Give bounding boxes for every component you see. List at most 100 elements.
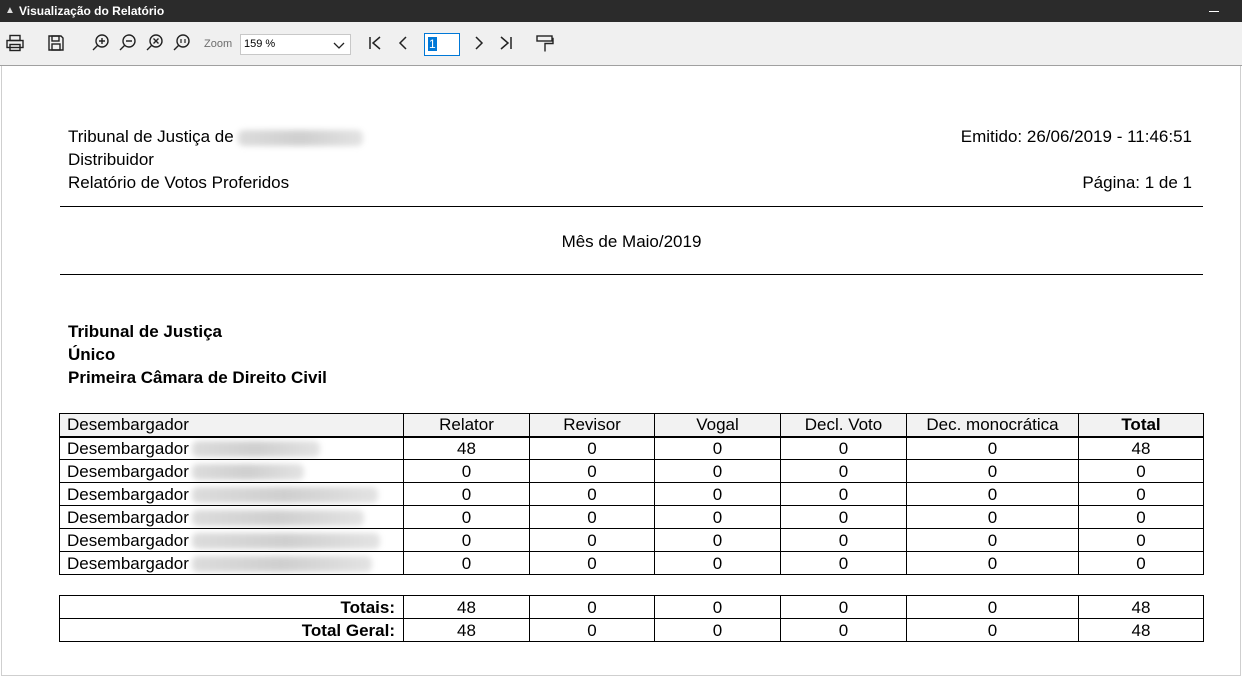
vote-count-cell: 0 — [780, 505, 907, 529]
vote-count-cell: 0 — [906, 459, 1079, 483]
zoom-one-to-one-icon — [173, 34, 190, 51]
redacted-name — [191, 556, 372, 573]
vote-count-cell: 0 — [906, 482, 1079, 506]
zoom-select[interactable]: 159 % — [240, 34, 351, 55]
vote-count-cell: 0 — [1078, 459, 1204, 483]
redacted-name — [191, 487, 378, 504]
section-instance: Único — [68, 345, 116, 364]
grand-total-cell: 48 — [1078, 618, 1204, 642]
table-row: Desembargador 0 0 0 0 0 0 — [59, 551, 1204, 575]
vote-count-cell: 0 — [906, 528, 1079, 552]
grand-total-cell: 0 — [906, 618, 1079, 642]
totals-cell: 0 — [780, 595, 907, 619]
vote-count-cell: 0 — [780, 551, 907, 575]
column-header: Revisor — [529, 413, 655, 438]
grand-total-cell: 0 — [529, 618, 655, 642]
divider-top — [60, 206, 1203, 207]
vote-count-cell: 0 — [529, 551, 655, 575]
last-page-button[interactable] — [495, 32, 517, 54]
report-period: Mês de Maio/2019 — [561, 232, 702, 251]
desembargador-cell: Desembargador — [59, 436, 404, 460]
vote-count-cell: 48 — [403, 436, 530, 460]
table-row: Desembargador 48 0 0 0 0 48 — [59, 436, 1204, 460]
column-header: Vogal — [654, 413, 781, 438]
desembargador-label: Desembargador — [67, 507, 189, 527]
column-header: Dec. monocrática — [906, 413, 1079, 438]
chevron-right-icon — [475, 36, 484, 50]
zoom-actual-size-button[interactable] — [171, 32, 193, 54]
zoom-in-button[interactable] — [90, 32, 112, 54]
totals-row: Totais: 48 0 0 0 0 48 — [59, 595, 1204, 619]
column-header: Relator — [403, 413, 530, 438]
table-row: Desembargador 0 0 0 0 0 0 — [59, 505, 1204, 529]
vote-count-cell: 0 — [654, 505, 781, 529]
vote-count-cell: 0 — [403, 528, 530, 552]
divider-bottom — [60, 274, 1203, 275]
next-page-button[interactable] — [468, 32, 490, 54]
vote-count-cell: 0 — [780, 482, 907, 506]
minimize-icon — [1209, 10, 1219, 12]
table-row: Desembargador 0 0 0 0 0 0 — [59, 459, 1204, 483]
desembargador-label: Desembargador — [67, 438, 189, 458]
vote-count-cell: 0 — [654, 528, 781, 552]
app-icon: ▲ — [5, 5, 15, 16]
vote-count-cell: 0 — [654, 482, 781, 506]
desembargador-cell: Desembargador — [59, 459, 404, 483]
vote-count-cell: 0 — [529, 505, 655, 529]
header-report-title: Relatório de Votos Proferidos — [68, 173, 290, 192]
header-emitted: Emitido: 26/06/2019 - 11:46:51 — [960, 127, 1192, 146]
floppy-disk-icon — [48, 35, 64, 51]
redacted-state-name — [238, 129, 364, 146]
paint-roller-icon — [536, 35, 554, 52]
zoom-label: Zoom — [204, 38, 233, 50]
first-page-button[interactable] — [364, 32, 386, 54]
vote-count-cell: 0 — [403, 505, 530, 529]
vote-count-cell: 0 — [529, 436, 655, 460]
page-number-value: 1 — [428, 37, 437, 51]
report-page: Tribunal de Justiça de Distribuidor Rela… — [1, 66, 1241, 676]
column-header: Desembargador — [59, 413, 404, 438]
grand-total-cell: 0 — [780, 618, 907, 642]
grand-total-cell: 48 — [403, 618, 530, 642]
desembargador-label: Desembargador — [67, 461, 189, 481]
print-button[interactable] — [4, 32, 26, 54]
totals-label: Totais: — [59, 595, 404, 619]
previous-page-button[interactable] — [392, 32, 414, 54]
zoom-reset-button[interactable] — [144, 32, 166, 54]
vote-count-cell: 0 — [906, 436, 1079, 460]
header-court-line: Tribunal de Justiça de — [68, 127, 364, 147]
page-number-input[interactable]: 1 — [424, 33, 460, 56]
table-header-row: Desembargador Relator Revisor Vogal Decl… — [59, 413, 1204, 438]
redacted-name — [191, 533, 380, 550]
grand-total-cell: 0 — [654, 618, 781, 642]
zoom-out-icon — [119, 34, 136, 51]
vote-count-cell: 0 — [403, 459, 530, 483]
totals-cell: 0 — [906, 595, 1079, 619]
vote-count-cell: 0 — [1078, 551, 1204, 575]
vote-count-cell: 0 — [906, 505, 1079, 529]
totals-cell: 48 — [1078, 595, 1204, 619]
header-distributor: Distribuidor — [68, 150, 154, 169]
desembargador-cell: Desembargador — [59, 482, 404, 506]
vote-count-cell: 48 — [1078, 436, 1204, 460]
vote-count-cell: 0 — [529, 459, 655, 483]
desembargador-cell: Desembargador — [59, 505, 404, 529]
header-page: Página: 1 de 1 — [1082, 173, 1192, 192]
desembargador-label: Desembargador — [67, 553, 189, 573]
grand-total-row: Total Geral: 48 0 0 0 0 48 — [59, 618, 1204, 642]
chevron-left-icon — [398, 36, 407, 50]
desembargador-cell: Desembargador — [59, 551, 404, 575]
vote-count-cell: 0 — [654, 551, 781, 575]
section-court: Tribunal de Justiça — [68, 322, 222, 341]
format-painter-button[interactable] — [534, 32, 556, 54]
save-button[interactable] — [45, 32, 67, 54]
column-header: Total — [1078, 413, 1204, 438]
printer-icon — [6, 34, 24, 52]
zoom-out-button[interactable] — [117, 32, 139, 54]
zoom-reset-icon — [146, 34, 163, 51]
redacted-name — [191, 510, 364, 527]
desembargador-cell: Desembargador — [59, 528, 404, 552]
window-title: Visualização do Relatório — [19, 4, 165, 18]
vote-count-cell: 0 — [1078, 528, 1204, 552]
minimize-button[interactable] — [1200, 0, 1228, 22]
